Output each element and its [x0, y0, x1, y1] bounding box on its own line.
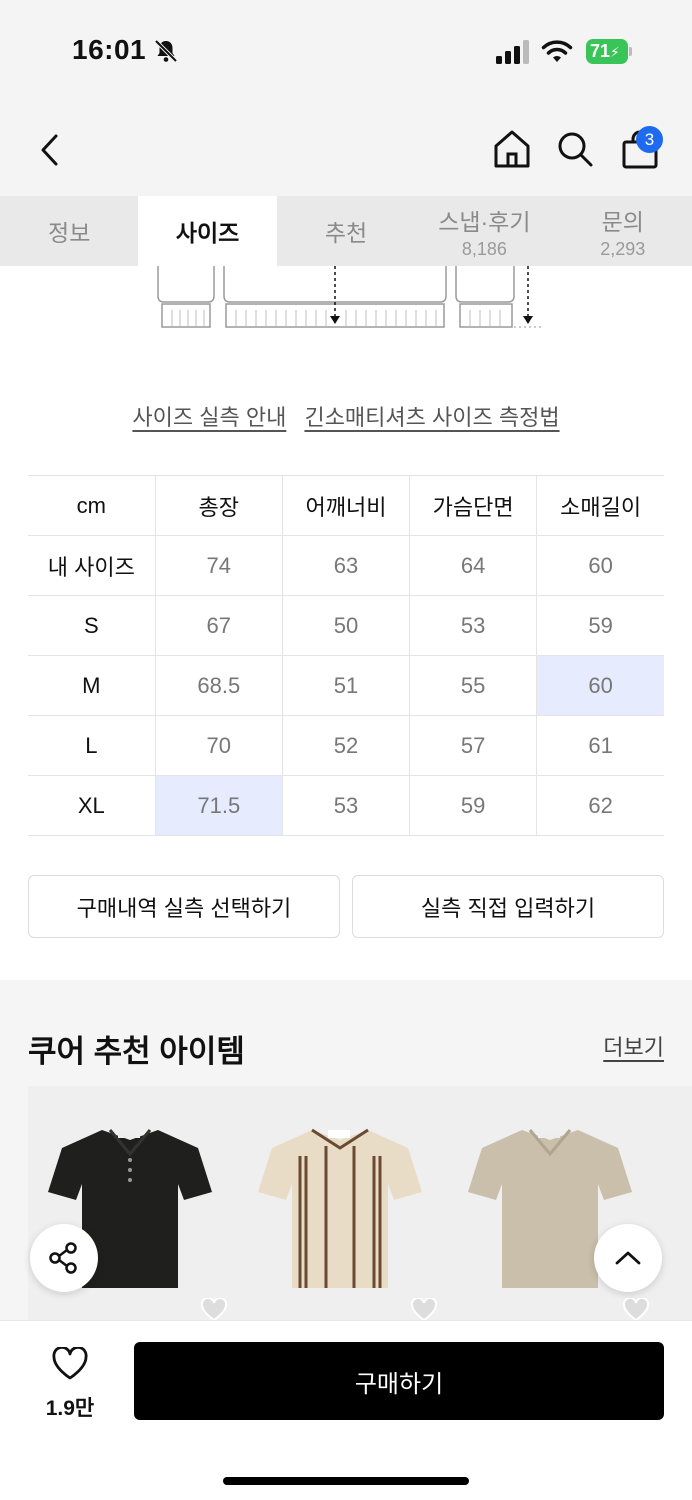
battery-level: 71 [590, 41, 611, 61]
size-guide-links: 사이즈 실측 안내 긴소매티셔츠 사이즈 측정법 [0, 400, 692, 432]
tab-count: 2,293 [600, 238, 646, 259]
table-header-cell: 가슴단면 [409, 475, 538, 536]
bottom-action-bar: 1.9만 구매하기 [0, 1320, 692, 1500]
search-icon[interactable] [556, 130, 594, 168]
chevron-up-icon [615, 1251, 641, 1265]
row-label: M [28, 655, 156, 716]
app-header [0, 100, 692, 196]
table-cell: 50 [281, 595, 411, 656]
share-button[interactable] [30, 1224, 98, 1292]
table-cell: 51 [281, 655, 411, 716]
status-time: 16:01 [72, 34, 147, 65]
table-header-cell: 총장 [154, 475, 283, 536]
table-cell: 53 [281, 775, 411, 836]
home-indicator [223, 1477, 469, 1485]
size-table: cm 총장 어깨너비 가슴단면 소매길이 내 사이즈 74 63 64 60 S… [28, 475, 664, 836]
table-row: 내 사이즈 74 63 64 60 [28, 535, 664, 596]
manual-measure-input-button[interactable]: 실측 직접 입력하기 [352, 875, 664, 938]
tab-label: 사이즈 [175, 220, 240, 246]
row-label: 내 사이즈 [28, 535, 156, 596]
wifi-icon [541, 40, 573, 62]
tab-label: 정보 [48, 220, 91, 246]
table-header-cell: cm [28, 475, 156, 536]
table-row[interactable]: XL 71.5 53 59 62 [28, 775, 664, 836]
table-row[interactable]: M 68.5 51 55 60 [28, 655, 664, 716]
table-header-row: cm 총장 어깨너비 가슴단면 소매길이 [28, 475, 664, 536]
row-label: S [28, 595, 156, 656]
share-icon [49, 1242, 77, 1274]
product-tabs: 정보 사이즈 추천 스냅·후기 8,186 문의 2,293 [0, 196, 692, 266]
recommendation-section: 쿠어 추천 아이템 더보기 [0, 980, 692, 1320]
tab-count: 8,186 [461, 238, 507, 259]
see-more-link[interactable]: 더보기 [603, 1030, 664, 1062]
scroll-top-button[interactable] [594, 1224, 662, 1292]
battery-indicator: 71⚡ [586, 39, 632, 64]
table-cell: 60 [536, 535, 664, 596]
table-cell: 53 [409, 595, 538, 656]
tab-label: 문의 [601, 208, 644, 235]
cellular-signal-icon [496, 40, 529, 64]
tab-size[interactable]: 사이즈 [138, 196, 277, 266]
size-measure-guide-link[interactable]: 사이즈 실측 안내 [132, 405, 286, 430]
table-cell: 59 [536, 595, 664, 656]
table-cell: 74 [154, 535, 283, 596]
table-cell: 63 [281, 535, 411, 596]
table-cell: 70 [154, 715, 283, 776]
table-cell: 57 [409, 715, 538, 776]
table-cell: 61 [536, 715, 664, 776]
table-header-cell: 어깨너비 [281, 475, 411, 536]
table-cell: 55 [409, 655, 538, 716]
like-button[interactable]: 1.9만 [30, 1345, 110, 1420]
heart-icon[interactable] [410, 1298, 438, 1320]
purchase-history-measure-button[interactable]: 구매내역 실측 선택하기 [28, 875, 340, 938]
measure-button-row: 구매내역 실측 선택하기 실측 직접 입력하기 [28, 875, 664, 938]
row-label: L [28, 715, 156, 776]
table-header-cell: 소매길이 [536, 475, 664, 536]
recommendation-carousel[interactable] [28, 1086, 692, 1320]
tab-inquiry[interactable]: 문의 2,293 [554, 196, 692, 266]
charging-bolt-icon: ⚡ [610, 44, 620, 60]
status-bar: 16:01 71⚡ [0, 0, 692, 100]
table-cell-highlighted: 71.5 [154, 775, 283, 836]
product-thumbnail-striped-shirt[interactable] [250, 1116, 430, 1306]
table-row[interactable]: S 67 50 53 59 [28, 595, 664, 656]
measurement-diagram [157, 266, 542, 328]
bell-muted-icon [154, 39, 178, 63]
table-cell: 64 [409, 535, 538, 596]
heart-icon[interactable] [622, 1298, 650, 1320]
tab-recommend[interactable]: 추천 [277, 196, 415, 266]
recommendation-title: 쿠어 추천 아이템 [28, 1034, 245, 1069]
tab-snap-review[interactable]: 스냅·후기 8,186 [415, 196, 553, 266]
tab-label: 스냅·후기 [438, 208, 531, 235]
like-count: 1.9만 [45, 1397, 95, 1420]
home-icon[interactable] [492, 128, 532, 170]
table-cell: 62 [536, 775, 664, 836]
table-cell-highlighted: 60 [536, 655, 664, 716]
measure-method-link[interactable]: 긴소매티셔츠 사이즈 측정법 [304, 405, 559, 430]
cart-count-badge: 3 [636, 126, 663, 153]
back-arrow-icon[interactable] [32, 130, 68, 170]
table-row[interactable]: L 70 52 57 61 [28, 715, 664, 776]
table-cell: 52 [281, 715, 411, 776]
buy-button[interactable]: 구매하기 [134, 1342, 664, 1420]
table-cell: 67 [154, 595, 283, 656]
heart-outline-icon [52, 1345, 88, 1380]
tab-label: 추천 [324, 220, 368, 246]
table-cell: 59 [409, 775, 538, 836]
table-cell: 68.5 [154, 655, 283, 716]
heart-icon[interactable] [200, 1298, 228, 1320]
row-label: XL [28, 775, 156, 836]
tab-info[interactable]: 정보 [0, 196, 138, 266]
